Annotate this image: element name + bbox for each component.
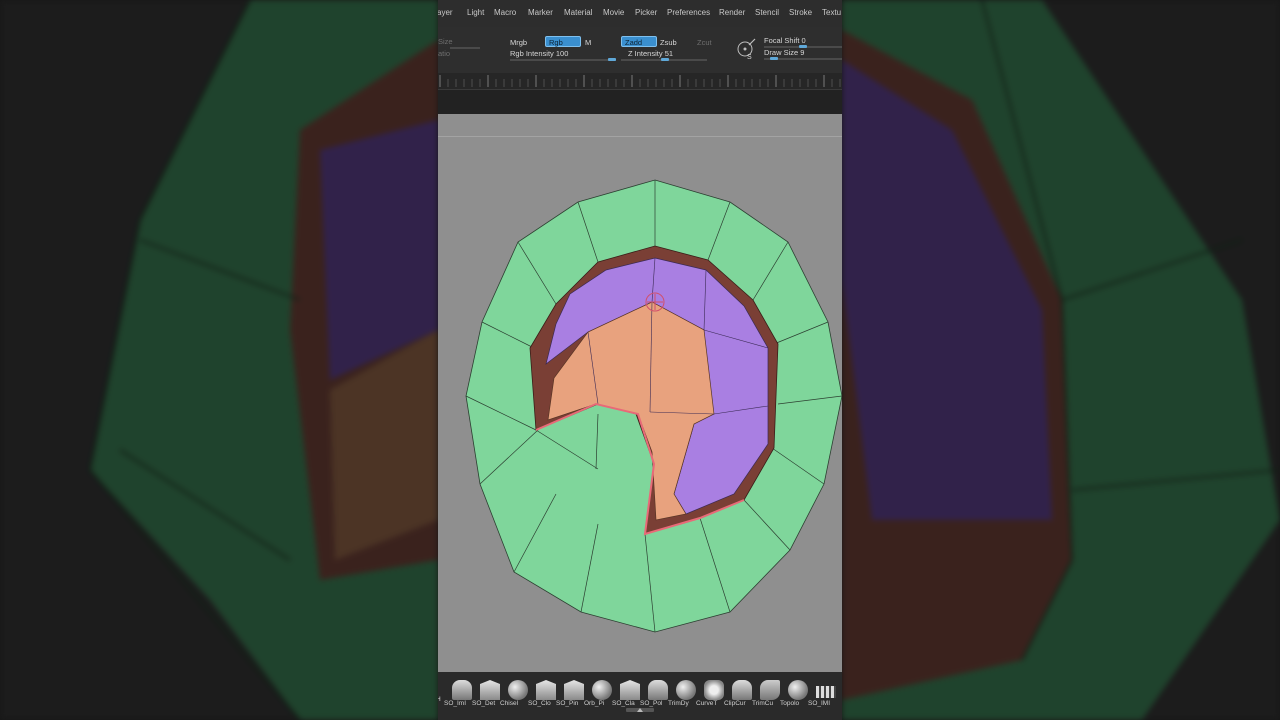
draw-size-label[interactable]: Draw Size 9 [764, 48, 804, 57]
focal-shift-value: 0 [801, 36, 806, 45]
document-bar [438, 90, 842, 114]
polish-brush-icon [648, 680, 668, 700]
shelf-scroll-icon[interactable] [626, 708, 654, 712]
menu-render[interactable]: Render [719, 8, 745, 17]
lazy-mouse-icon[interactable]: S [735, 38, 757, 60]
clay-brush-icon [536, 680, 556, 700]
trim-sphere-icon [676, 680, 696, 700]
mesh-model[interactable] [438, 114, 842, 672]
menu-stroke[interactable]: Stroke [789, 8, 812, 17]
z-intensity-value: 51 [664, 49, 674, 58]
rgb-intensity-knob[interactable] [608, 58, 616, 61]
menu-texture[interactable]: Textu [822, 8, 841, 17]
blurred-background-left [0, 0, 438, 720]
menu-bar: ayer Light Macro Marker Material Movie P… [438, 0, 842, 27]
rgb-intensity-label[interactable]: Rgb Intensity 100 [510, 49, 568, 58]
menu-material[interactable]: Material [564, 8, 592, 17]
brush-label: SO_IMI [808, 700, 831, 707]
ratio-label: atio [438, 49, 451, 58]
timeline-ruler[interactable] [438, 73, 842, 90]
blurred-background-right [842, 0, 1280, 720]
menu-light[interactable]: Light [467, 8, 484, 17]
zcut-button[interactable]: Zcut [697, 38, 712, 47]
size-slider-track[interactable] [450, 47, 480, 49]
zsub-button[interactable]: Zsub [660, 38, 677, 47]
draw-size-knob[interactable] [770, 57, 779, 60]
pinch-brush-icon [564, 680, 584, 700]
menu-movie[interactable]: Movie [603, 8, 624, 17]
menu-macro[interactable]: Macro [494, 8, 516, 17]
viewport-canvas[interactable] [438, 114, 842, 672]
menu-stencil[interactable]: Stencil [755, 8, 779, 17]
brush-prefix: H [438, 696, 441, 703]
z-intensity-knob[interactable] [660, 58, 669, 61]
curve-tube-icon [704, 680, 724, 700]
insert-mesh-icon [816, 686, 836, 698]
menu-preferences[interactable]: Preferences [667, 8, 710, 17]
topology-icon [788, 680, 808, 700]
h-brush-icon [452, 680, 472, 700]
size-label: Size [438, 37, 453, 46]
menu-layer[interactable]: ayer [438, 8, 453, 17]
zadd-button[interactable]: Zadd [621, 36, 657, 47]
zbrush-window: ayer Light Macro Marker Material Movie P… [438, 0, 842, 720]
brush-shelf: H SO_ImI SO_Det Chisel SO_Clo SO_Pin Orb_Pi SO… [438, 672, 842, 720]
orb-sphere-icon [592, 680, 612, 700]
top-shelf: Size atio Mrgb Rgb M Rgb Intensity 100 Z… [438, 27, 842, 73]
rgb-button[interactable]: Rgb [545, 36, 581, 47]
z-intensity-label[interactable]: Z Intensity 51 [628, 49, 673, 58]
chisel-brush-icon [508, 680, 528, 700]
rgb-intensity-value: 100 [555, 49, 569, 58]
m-button[interactable]: M [585, 38, 591, 47]
brush-item[interactable]: SO_IMI [808, 676, 840, 716]
clip-curve-icon [732, 680, 752, 700]
trim-curve-icon [760, 680, 780, 700]
draw-size-value: 9 [800, 48, 805, 57]
focal-shift-label[interactable]: Focal Shift 0 [764, 36, 806, 45]
menu-picker[interactable]: Picker [635, 8, 657, 17]
brush-cursor-icon [645, 292, 665, 312]
mrgb-button[interactable]: Mrgb [510, 38, 527, 47]
frame-brush-icon [480, 680, 500, 700]
rgb-intensity-slider[interactable] [510, 59, 616, 61]
clay-tubes-icon [620, 680, 640, 700]
svg-text:S: S [747, 54, 752, 60]
menu-marker[interactable]: Marker [528, 8, 553, 17]
